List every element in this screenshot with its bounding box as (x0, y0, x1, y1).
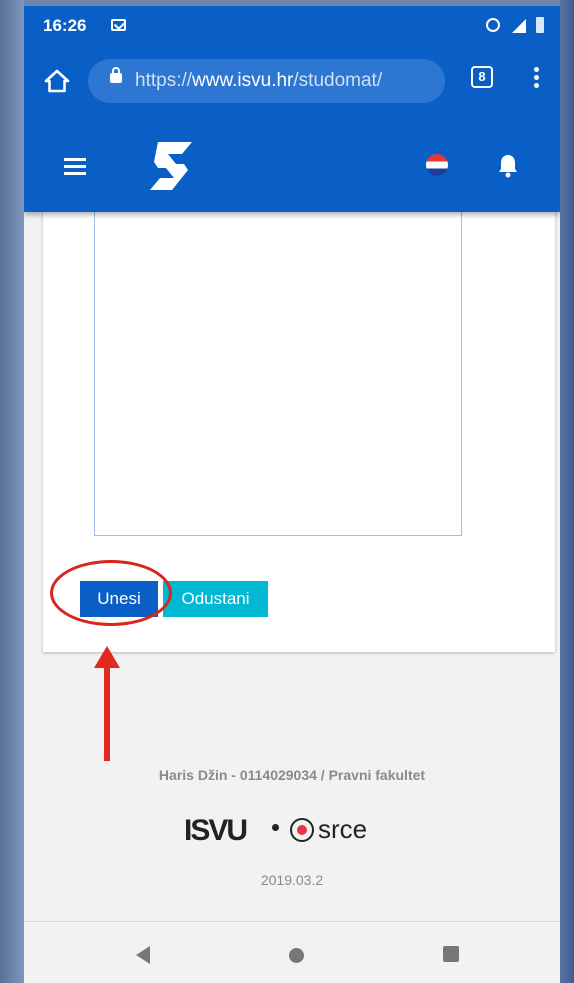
annotation-arrow (94, 646, 120, 761)
battery-icon (536, 17, 544, 33)
tabs-icon[interactable]: 8 (471, 66, 493, 88)
phone-screen: 16:26 https://www.isvu.hr/studomat/ 8 Un… (24, 6, 560, 983)
bell-icon[interactable] (496, 152, 520, 178)
back-icon[interactable] (136, 946, 150, 964)
separator-dot (272, 824, 279, 831)
url-scheme: https:// (135, 70, 193, 91)
srce-wordmark: srce (318, 814, 368, 844)
background-left (0, 0, 24, 983)
footer-user-info: Haris Džin - 0114029034 / Pravni fakulte… (158, 767, 426, 783)
footer-logos: ISVU srce (184, 812, 424, 852)
text-area[interactable] (94, 186, 462, 536)
gmail-icon (111, 19, 126, 31)
cancel-button[interactable]: Odustani (163, 581, 268, 617)
croatia-flag-icon[interactable] (426, 154, 448, 176)
alarm-icon (486, 18, 500, 32)
isvu-wordmark: ISVU (184, 814, 248, 847)
home-icon[interactable] (44, 68, 70, 94)
lock-icon (110, 67, 122, 83)
status-time: 16:26 (43, 16, 87, 35)
recents-icon[interactable] (443, 946, 459, 962)
url-host: www.isvu.hr (192, 70, 294, 91)
menu-icon[interactable] (534, 67, 539, 91)
isvu-logo-icon[interactable] (148, 140, 194, 192)
background-right (560, 0, 574, 983)
home-icon[interactable] (289, 948, 304, 963)
status-bar: 16:26 (24, 6, 560, 46)
app-header (24, 116, 560, 212)
url-bar[interactable]: https://www.isvu.hr/studomat/ (88, 59, 445, 103)
android-nav-bar (24, 921, 560, 983)
browser-toolbar: https://www.isvu.hr/studomat/ 8 (24, 46, 560, 116)
highlight-circle (50, 560, 172, 626)
app-version: 2019.03.2 (260, 872, 324, 888)
signal-icon (512, 19, 526, 33)
form-card: Unesi Odustani (43, 186, 555, 652)
url-text[interactable]: https://www.isvu.hr/studomat/ (135, 70, 382, 92)
hamburger-icon[interactable] (64, 158, 86, 179)
srce-icon (290, 818, 314, 842)
url-path: /studomat/ (293, 70, 383, 91)
